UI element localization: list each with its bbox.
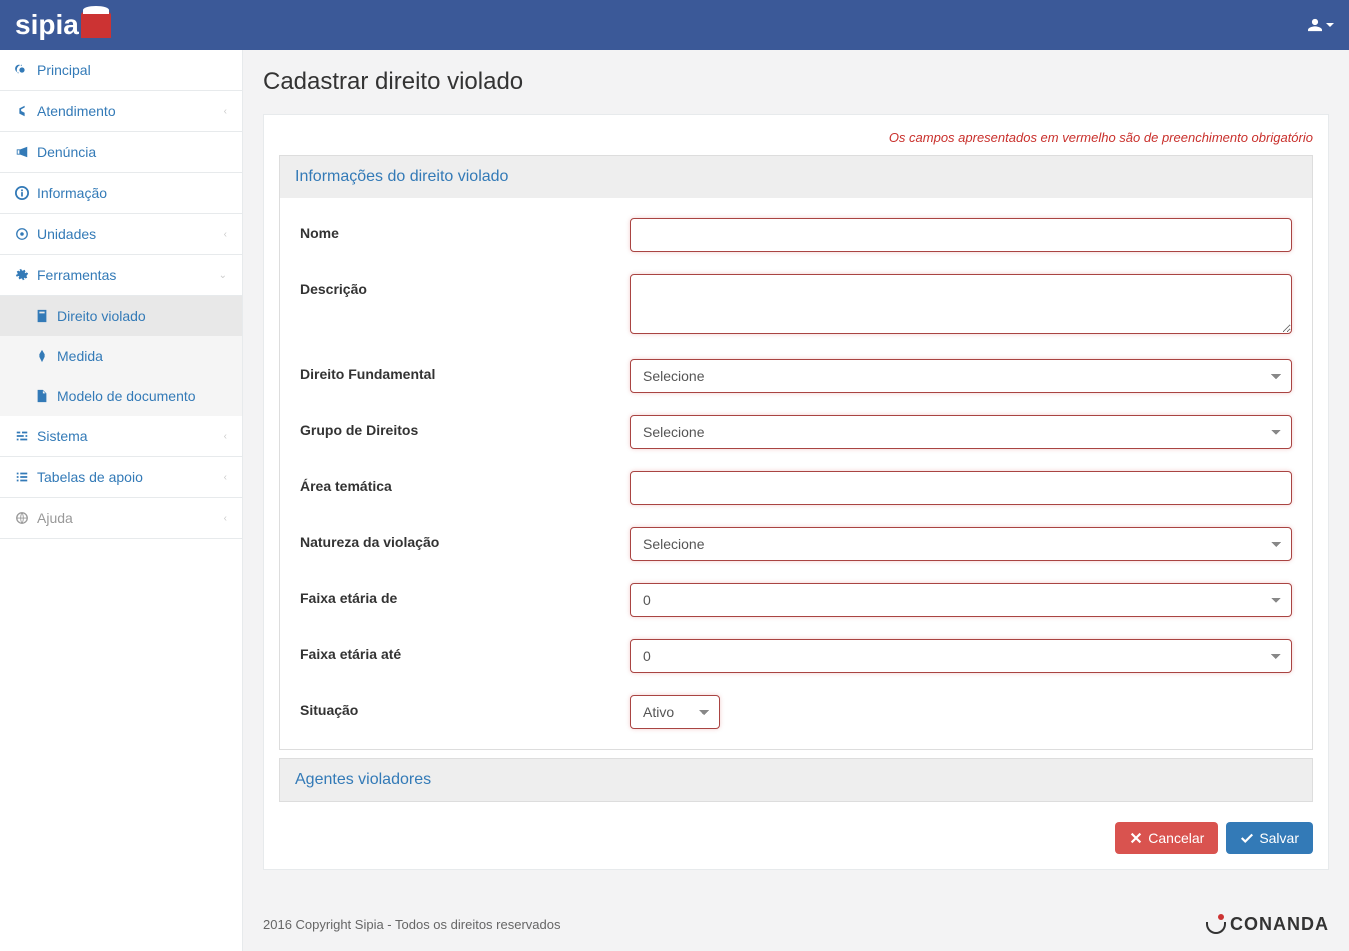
info-icon — [15, 186, 29, 200]
sidebar-label: Direito violado — [57, 308, 146, 324]
label-situacao: Situação — [300, 695, 630, 718]
chevron-down-icon: ⌄ — [219, 270, 227, 281]
sidebar-item-ferramentas[interactable]: Ferramentas ⌄ — [0, 255, 242, 296]
sidebar-item-atendimento[interactable]: Atendimento ‹ — [0, 91, 242, 132]
sidebar-label: Principal — [37, 62, 91, 78]
list-icon — [15, 470, 29, 484]
panel-header-agentes[interactable]: Agentes violadores — [280, 759, 1312, 801]
check-icon — [1240, 831, 1254, 845]
sidebar-item-denuncia[interactable]: Denúncia — [0, 132, 242, 173]
sidebar-label: Ajuda — [37, 510, 73, 526]
top-header: sipia — [0, 0, 1349, 50]
sidebar-label: Atendimento — [37, 103, 116, 119]
label-nome: Nome — [300, 218, 630, 241]
chevron-left-icon: ‹ — [224, 513, 227, 524]
user-menu[interactable] — [1308, 18, 1334, 32]
partner-text: CONANDA — [1230, 914, 1329, 935]
panel-informacoes: Informações do direito violado Nome Desc… — [279, 155, 1313, 750]
cancel-label: Cancelar — [1148, 830, 1204, 846]
sidebar-submenu-ferramentas: Direito violado Medida Modelo de documen… — [0, 296, 242, 416]
select-natureza-violacao[interactable]: Selecione — [630, 527, 1292, 561]
label-natureza-violacao: Natureza da violação — [300, 527, 630, 550]
chevron-left-icon: ‹ — [224, 106, 227, 117]
save-button[interactable]: Salvar — [1226, 822, 1313, 854]
caret-down-icon — [1326, 23, 1334, 27]
pin-icon — [35, 349, 49, 363]
panel-header-informacoes[interactable]: Informações do direito violado — [280, 156, 1312, 198]
sidebar: Principal Atendimento ‹ Denúncia Informa… — [0, 50, 243, 951]
sidebar-item-ajuda[interactable]: Ajuda ‹ — [0, 498, 242, 539]
file-icon — [35, 389, 49, 403]
sidebar-label: Denúncia — [37, 144, 96, 160]
sidebar-label: Unidades — [37, 226, 96, 242]
select-situacao[interactable]: Ativo — [630, 695, 720, 729]
form-card: Os campos apresentados em vermelho são d… — [263, 114, 1329, 870]
sidebar-item-modelo-documento[interactable]: Modelo de documento — [0, 376, 242, 416]
label-area-tematica: Área temática — [300, 471, 630, 494]
page-title: Cadastrar direito violado — [263, 68, 1329, 96]
chevron-left-icon: ‹ — [224, 229, 227, 240]
input-nome[interactable] — [630, 218, 1292, 252]
share-icon — [15, 104, 29, 118]
sidebar-item-informacao[interactable]: Informação — [0, 173, 242, 214]
label-descricao: Descrição — [300, 274, 630, 297]
sliders-icon — [15, 429, 29, 443]
page-header: Cadastrar direito violado — [243, 50, 1349, 114]
input-area-tematica[interactable] — [630, 471, 1292, 505]
label-faixa-etaria-de: Faixa etária de — [300, 583, 630, 606]
required-fields-note: Os campos apresentados em vermelho são d… — [279, 130, 1313, 145]
chevron-left-icon: ‹ — [224, 431, 227, 442]
brand-icon — [81, 12, 111, 38]
bullhorn-icon — [15, 145, 29, 159]
sidebar-label: Medida — [57, 348, 103, 364]
sidebar-label: Ferramentas — [37, 267, 116, 283]
close-icon — [1129, 831, 1143, 845]
partner-logo: CONANDA — [1204, 912, 1329, 936]
globe-icon — [15, 511, 29, 525]
save-label: Salvar — [1259, 830, 1299, 846]
sidebar-label: Tabelas de apoio — [37, 469, 143, 485]
dashboard-icon — [15, 63, 29, 77]
panel-agentes-violadores: Agentes violadores — [279, 758, 1313, 802]
select-faixa-etaria-ate[interactable]: 0 — [630, 639, 1292, 673]
conanda-icon — [1204, 912, 1228, 936]
label-grupo-direitos: Grupo de Direitos — [300, 415, 630, 438]
select-faixa-etaria-de[interactable]: 0 — [630, 583, 1292, 617]
brand-text: sipia — [15, 9, 79, 41]
select-grupo-direitos[interactable]: Selecione — [630, 415, 1292, 449]
sidebar-item-principal[interactable]: Principal — [0, 50, 242, 91]
sidebar-item-direito-violado[interactable]: Direito violado — [0, 296, 242, 336]
label-faixa-etaria-ate: Faixa etária até — [300, 639, 630, 662]
cancel-button[interactable]: Cancelar — [1115, 822, 1218, 854]
target-icon — [15, 227, 29, 241]
copyright-text: 2016 Copyright Sipia - Todos os direitos… — [263, 917, 560, 932]
sidebar-item-tabelas-apoio[interactable]: Tabelas de apoio ‹ — [0, 457, 242, 498]
textarea-descricao[interactable] — [630, 274, 1292, 334]
select-direito-fundamental[interactable]: Selecione — [630, 359, 1292, 393]
label-direito-fundamental: Direito Fundamental — [300, 359, 630, 382]
sidebar-label: Informação — [37, 185, 107, 201]
book-icon — [35, 309, 49, 323]
sidebar-item-medida[interactable]: Medida — [0, 336, 242, 376]
brand-logo[interactable]: sipia — [15, 9, 111, 41]
footer: 2016 Copyright Sipia - Todos os direitos… — [243, 897, 1349, 951]
sidebar-item-sistema[interactable]: Sistema ‹ — [0, 416, 242, 457]
sidebar-item-unidades[interactable]: Unidades ‹ — [0, 214, 242, 255]
cogs-icon — [15, 268, 29, 282]
sidebar-label: Modelo de documento — [57, 388, 196, 404]
user-icon — [1308, 18, 1322, 32]
sidebar-label: Sistema — [37, 428, 88, 444]
chevron-left-icon: ‹ — [224, 472, 227, 483]
